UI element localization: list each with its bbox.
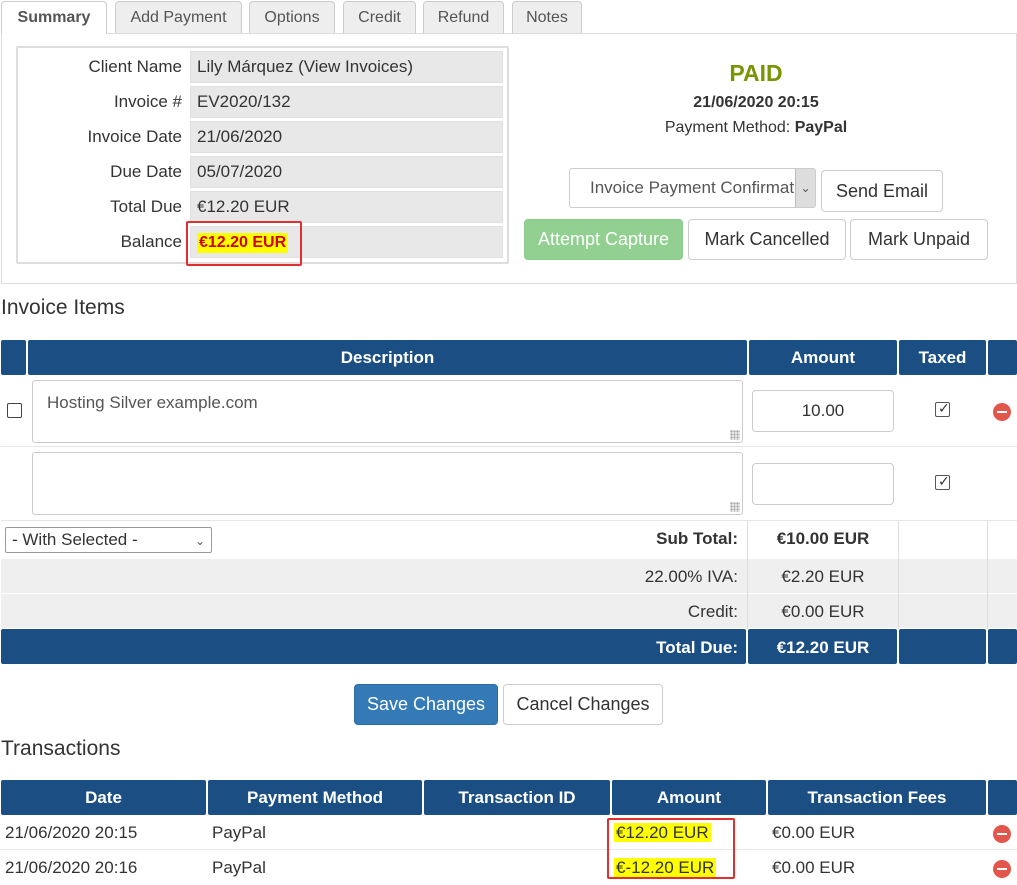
item-select-checkbox[interactable] bbox=[7, 403, 22, 418]
resize-grip-icon[interactable] bbox=[730, 430, 740, 440]
tx-fees: €0.00 EUR bbox=[772, 858, 856, 877]
tab-refund[interactable]: Refund bbox=[423, 1, 504, 33]
due-date-label: Due Date bbox=[110, 162, 182, 181]
tab-notes[interactable]: Notes bbox=[512, 1, 582, 33]
col-divider bbox=[898, 559, 899, 629]
col-divider bbox=[747, 559, 748, 629]
item-description-text: Hosting Silver example.com bbox=[47, 393, 258, 412]
save-changes-button[interactable]: Save Changes bbox=[354, 684, 498, 725]
due-date-value: 05/07/2020 bbox=[190, 156, 503, 188]
with-selected-dropdown[interactable]: - With Selected - ⌄ bbox=[5, 527, 212, 553]
tab-add-payment[interactable]: Add Payment bbox=[115, 1, 242, 33]
payment-method-label: Payment Method: bbox=[664, 119, 791, 136]
send-email-button[interactable]: Send Email bbox=[821, 170, 943, 212]
with-selected-value: - With Selected - bbox=[12, 530, 138, 549]
total-due-row-value: €12.20 EUR bbox=[776, 638, 870, 657]
invoice-date-value: 21/06/2020 bbox=[190, 121, 503, 153]
item-description-input[interactable]: Hosting Silver example.com bbox=[32, 380, 743, 443]
tax-value: €2.20 EUR bbox=[781, 567, 865, 586]
tx-date: 21/06/2020 20:15 bbox=[5, 823, 138, 842]
tab-credit[interactable]: Credit bbox=[343, 1, 416, 33]
new-item-amount-input[interactable] bbox=[752, 463, 894, 505]
delete-transaction-icon[interactable] bbox=[993, 825, 1011, 843]
payment-method-value: PayPal bbox=[794, 119, 848, 136]
chevron-down-icon: ⌄ bbox=[194, 534, 205, 548]
total-due-bar bbox=[1, 629, 746, 664]
credit-value: €0.00 EUR bbox=[781, 602, 865, 621]
total-due-bar-actions bbox=[988, 629, 1017, 664]
tx-header-fees: Transaction Fees bbox=[768, 780, 986, 815]
header-amount: Amount bbox=[749, 340, 897, 375]
header-select bbox=[1, 340, 26, 375]
balance-label: Balance bbox=[120, 232, 182, 251]
client-name-value[interactable]: Lily Márquez (View Invoices) bbox=[190, 51, 503, 83]
col-divider bbox=[987, 521, 988, 559]
payment-method-line: Payment Method: PayPal bbox=[523, 119, 989, 137]
new-item-description-input[interactable] bbox=[32, 452, 743, 515]
tx-fees: €0.00 EUR bbox=[772, 823, 856, 842]
invoice-date-label: Invoice Date bbox=[87, 127, 183, 146]
mark-cancelled-button[interactable]: Mark Cancelled bbox=[688, 219, 846, 260]
email-template-select[interactable]: Invoice Payment Confirmation ⌄ bbox=[569, 168, 816, 208]
invoice-items-title: Invoice Items bbox=[1, 296, 125, 319]
client-name-label: Client Name bbox=[88, 57, 182, 76]
header-description: Description bbox=[28, 340, 747, 375]
attempt-capture-button[interactable]: Attempt Capture bbox=[524, 219, 683, 260]
credit-label: Credit: bbox=[687, 602, 738, 621]
new-item-taxed-checkbox[interactable]: ✓ bbox=[935, 473, 950, 490]
mark-unpaid-button[interactable]: Mark Unpaid bbox=[850, 219, 988, 260]
row-divider bbox=[1, 520, 1017, 521]
col-divider bbox=[898, 521, 899, 559]
tx-amount-highlight bbox=[607, 818, 735, 879]
invoice-number-label: Invoice # bbox=[113, 92, 182, 111]
total-due-bar-taxed bbox=[899, 629, 986, 664]
invoice-status: PAID bbox=[729, 60, 783, 86]
col-divider bbox=[747, 521, 748, 559]
balance-highlight bbox=[186, 221, 302, 266]
subtotal-value: €10.00 EUR bbox=[776, 529, 870, 548]
tx-header-actions bbox=[988, 780, 1017, 815]
row-divider bbox=[1, 849, 1017, 850]
paid-datetime: 21/06/2020 20:15 bbox=[693, 94, 819, 111]
item-taxed-checkbox[interactable]: ✓ bbox=[935, 400, 950, 417]
chevron-down-icon: ⌄ bbox=[795, 169, 815, 207]
total-due-value: €12.20 EUR bbox=[190, 191, 503, 223]
tx-header-method: Payment Method bbox=[208, 780, 422, 815]
col-divider bbox=[987, 559, 988, 629]
tx-header-id: Transaction ID bbox=[424, 780, 610, 815]
tax-label: 22.00% IVA: bbox=[644, 567, 738, 586]
tab-options[interactable]: Options bbox=[249, 1, 335, 33]
tab-summary[interactable]: Summary bbox=[1, 1, 107, 34]
row-divider bbox=[1, 446, 1017, 447]
checkmark-icon: ✓ bbox=[938, 400, 950, 416]
email-template-value: Invoice Payment Confirmation bbox=[590, 178, 816, 197]
checkmark-icon: ✓ bbox=[938, 473, 950, 489]
subtotal-label: Sub Total: bbox=[656, 529, 738, 548]
delete-item-icon[interactable] bbox=[993, 403, 1011, 421]
tx-date: 21/06/2020 20:16 bbox=[5, 858, 138, 877]
header-actions bbox=[988, 340, 1017, 375]
cancel-changes-button[interactable]: Cancel Changes bbox=[503, 684, 663, 725]
header-taxed: Taxed bbox=[899, 340, 986, 375]
tx-header-amount: Amount bbox=[612, 780, 766, 815]
total-due-label: Total Due bbox=[110, 197, 182, 216]
resize-grip-icon[interactable] bbox=[730, 502, 740, 512]
delete-transaction-icon[interactable] bbox=[993, 860, 1011, 878]
transactions-title: Transactions bbox=[1, 737, 121, 760]
tx-method: PayPal bbox=[212, 823, 266, 842]
tx-header-date: Date bbox=[1, 780, 206, 815]
total-due-row-label: Total Due: bbox=[656, 638, 738, 657]
tx-method: PayPal bbox=[212, 858, 266, 877]
invoice-number-value: EV2020/132 bbox=[190, 86, 503, 118]
item-amount-input[interactable]: 10.00 bbox=[752, 390, 894, 432]
